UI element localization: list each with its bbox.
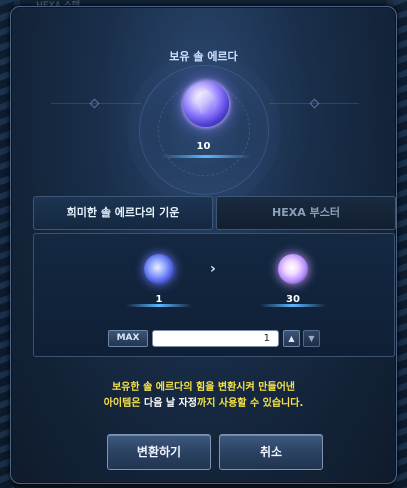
diamond-deco-right-icon bbox=[309, 98, 320, 109]
sol-erda-crystal-icon bbox=[183, 81, 229, 127]
conversion-arrow-icon: › bbox=[210, 261, 216, 277]
dialog-title: 보유 솔 에르다 bbox=[169, 50, 238, 63]
tab-faint-sol-erda-energy[interactable]: 희미한 솔 에르다의 기운 bbox=[33, 196, 213, 230]
convert-button[interactable]: 변환하기 bbox=[107, 434, 211, 470]
game-screen: HEXA 스탯 보유 솔 에르다 10 희미한 솔 에르다의 기운 HEXA 부… bbox=[0, 0, 407, 488]
diamond-deco-left-icon bbox=[89, 98, 100, 109]
decrease-quantity-button[interactable]: ▼ bbox=[303, 330, 320, 347]
notice-line-1: 보유한 솔 에르다의 힘을 변환시켜 만들어낸 bbox=[111, 382, 295, 393]
quantity-input[interactable]: 1 bbox=[152, 330, 279, 347]
sol-erda-conversion-dialog: 보유 솔 에르다 10 희미한 솔 에르다의 기운 HEXA 부스터 › 1 3… bbox=[10, 6, 397, 484]
cancel-button[interactable]: 취소 bbox=[219, 434, 323, 470]
increase-quantity-button[interactable]: ▲ bbox=[283, 330, 300, 347]
owned-count-glow bbox=[161, 155, 251, 158]
source-count: 1 bbox=[155, 294, 163, 305]
tab-hexa-booster[interactable]: HEXA 부스터 bbox=[216, 196, 396, 230]
notice-line-2-part-1: 아이템은 bbox=[103, 398, 145, 409]
owned-count: 10 bbox=[196, 141, 211, 152]
sol-erda-fragment-icon bbox=[278, 254, 308, 284]
sol-erda-energy-icon bbox=[144, 254, 174, 284]
conversion-panel: › 1 30 MAX 1 ▲ ▼ bbox=[33, 233, 395, 357]
tab-bar: 희미한 솔 에르다의 기운 HEXA 부스터 bbox=[33, 196, 396, 230]
result-count: 30 bbox=[286, 294, 300, 305]
notice-line-2-part-3: 까지 사용할 수 있습니다. bbox=[197, 398, 304, 409]
max-button[interactable]: MAX bbox=[108, 330, 148, 347]
notice-line-2: 아이템은 다음 날 자정까지 사용할 수 있습니다. bbox=[11, 394, 396, 409]
notice-expiry-highlight: 다음 날 자정 bbox=[144, 398, 197, 409]
